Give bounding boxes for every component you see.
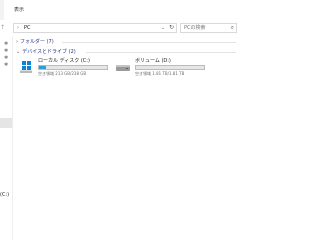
search-placeholder: PCの検索 <box>184 25 206 31</box>
ribbon-tabs: 表示 <box>0 0 240 20</box>
drive-name: ボリューム (D:) <box>135 58 171 64</box>
drive-free-space: 空き領域 213 GB/238 GB <box>38 71 87 76</box>
drive-usage-fill <box>39 66 46 69</box>
search-input[interactable]: PCの検索 ⌕ <box>180 23 237 33</box>
group-divider <box>86 52 236 53</box>
tab-view[interactable]: 表示 <box>14 7 24 13</box>
ribbon-edge <box>0 0 4 20</box>
pin-icon[interactable]: ✱ <box>4 41 8 47</box>
nav-item-c-drive[interactable]: (C:) <box>0 192 9 198</box>
drive-name: ローカル ディスク (C:) <box>38 58 90 64</box>
drive-usage-bar <box>38 65 108 70</box>
refresh-icon[interactable]: ↻ <box>169 24 174 31</box>
pin-icon[interactable]: ✱ <box>4 55 8 61</box>
drive-usage-bar <box>135 65 205 70</box>
search-icon: ⌕ <box>230 24 234 31</box>
drive-item-c[interactable]: ローカル ディスク (C:) 空き領域 213 GB/238 GB <box>19 58 114 80</box>
file-explorer-window: 表示 ↑ › PC ⌄ ↻ PCの検索 ⌕ ✱ ✱ ✱ ✱ (C:) › フォルダ… <box>0 0 240 240</box>
address-bar[interactable]: › PC ⌄ ↻ <box>13 23 177 33</box>
navigation-pane[interactable]: ✱ ✱ ✱ ✱ (C:) <box>0 36 13 240</box>
chevron-right-icon: › <box>16 39 18 45</box>
up-arrow-icon[interactable]: ↑ <box>0 24 5 31</box>
address-location[interactable]: PC <box>24 25 31 32</box>
group-header-devices[interactable]: ⌄ デバイスとドライブ (2) <box>16 48 76 56</box>
drive-icon <box>116 65 130 71</box>
chevron-down-icon[interactable]: ⌄ <box>161 25 165 31</box>
chevron-right-icon: › <box>17 25 19 31</box>
group-label-devices: デバイスとドライブ (2) <box>22 49 76 55</box>
pin-icon[interactable]: ✱ <box>4 62 8 68</box>
nav-item-pc-selected[interactable] <box>0 118 12 128</box>
group-divider <box>62 42 236 43</box>
pin-icon[interactable]: ✱ <box>4 48 8 54</box>
windows-drive-icon <box>20 61 32 73</box>
group-label-folders: フォルダー (7) <box>20 39 54 45</box>
drive-item-d[interactable]: ボリューム (D:) 空き領域 1.81 TB/1.81 TB <box>116 58 211 80</box>
chevron-down-icon: ⌄ <box>16 49 21 55</box>
drive-free-space: 空き領域 1.81 TB/1.81 TB <box>135 71 185 76</box>
group-header-folders[interactable]: › フォルダー (7) <box>16 38 54 46</box>
